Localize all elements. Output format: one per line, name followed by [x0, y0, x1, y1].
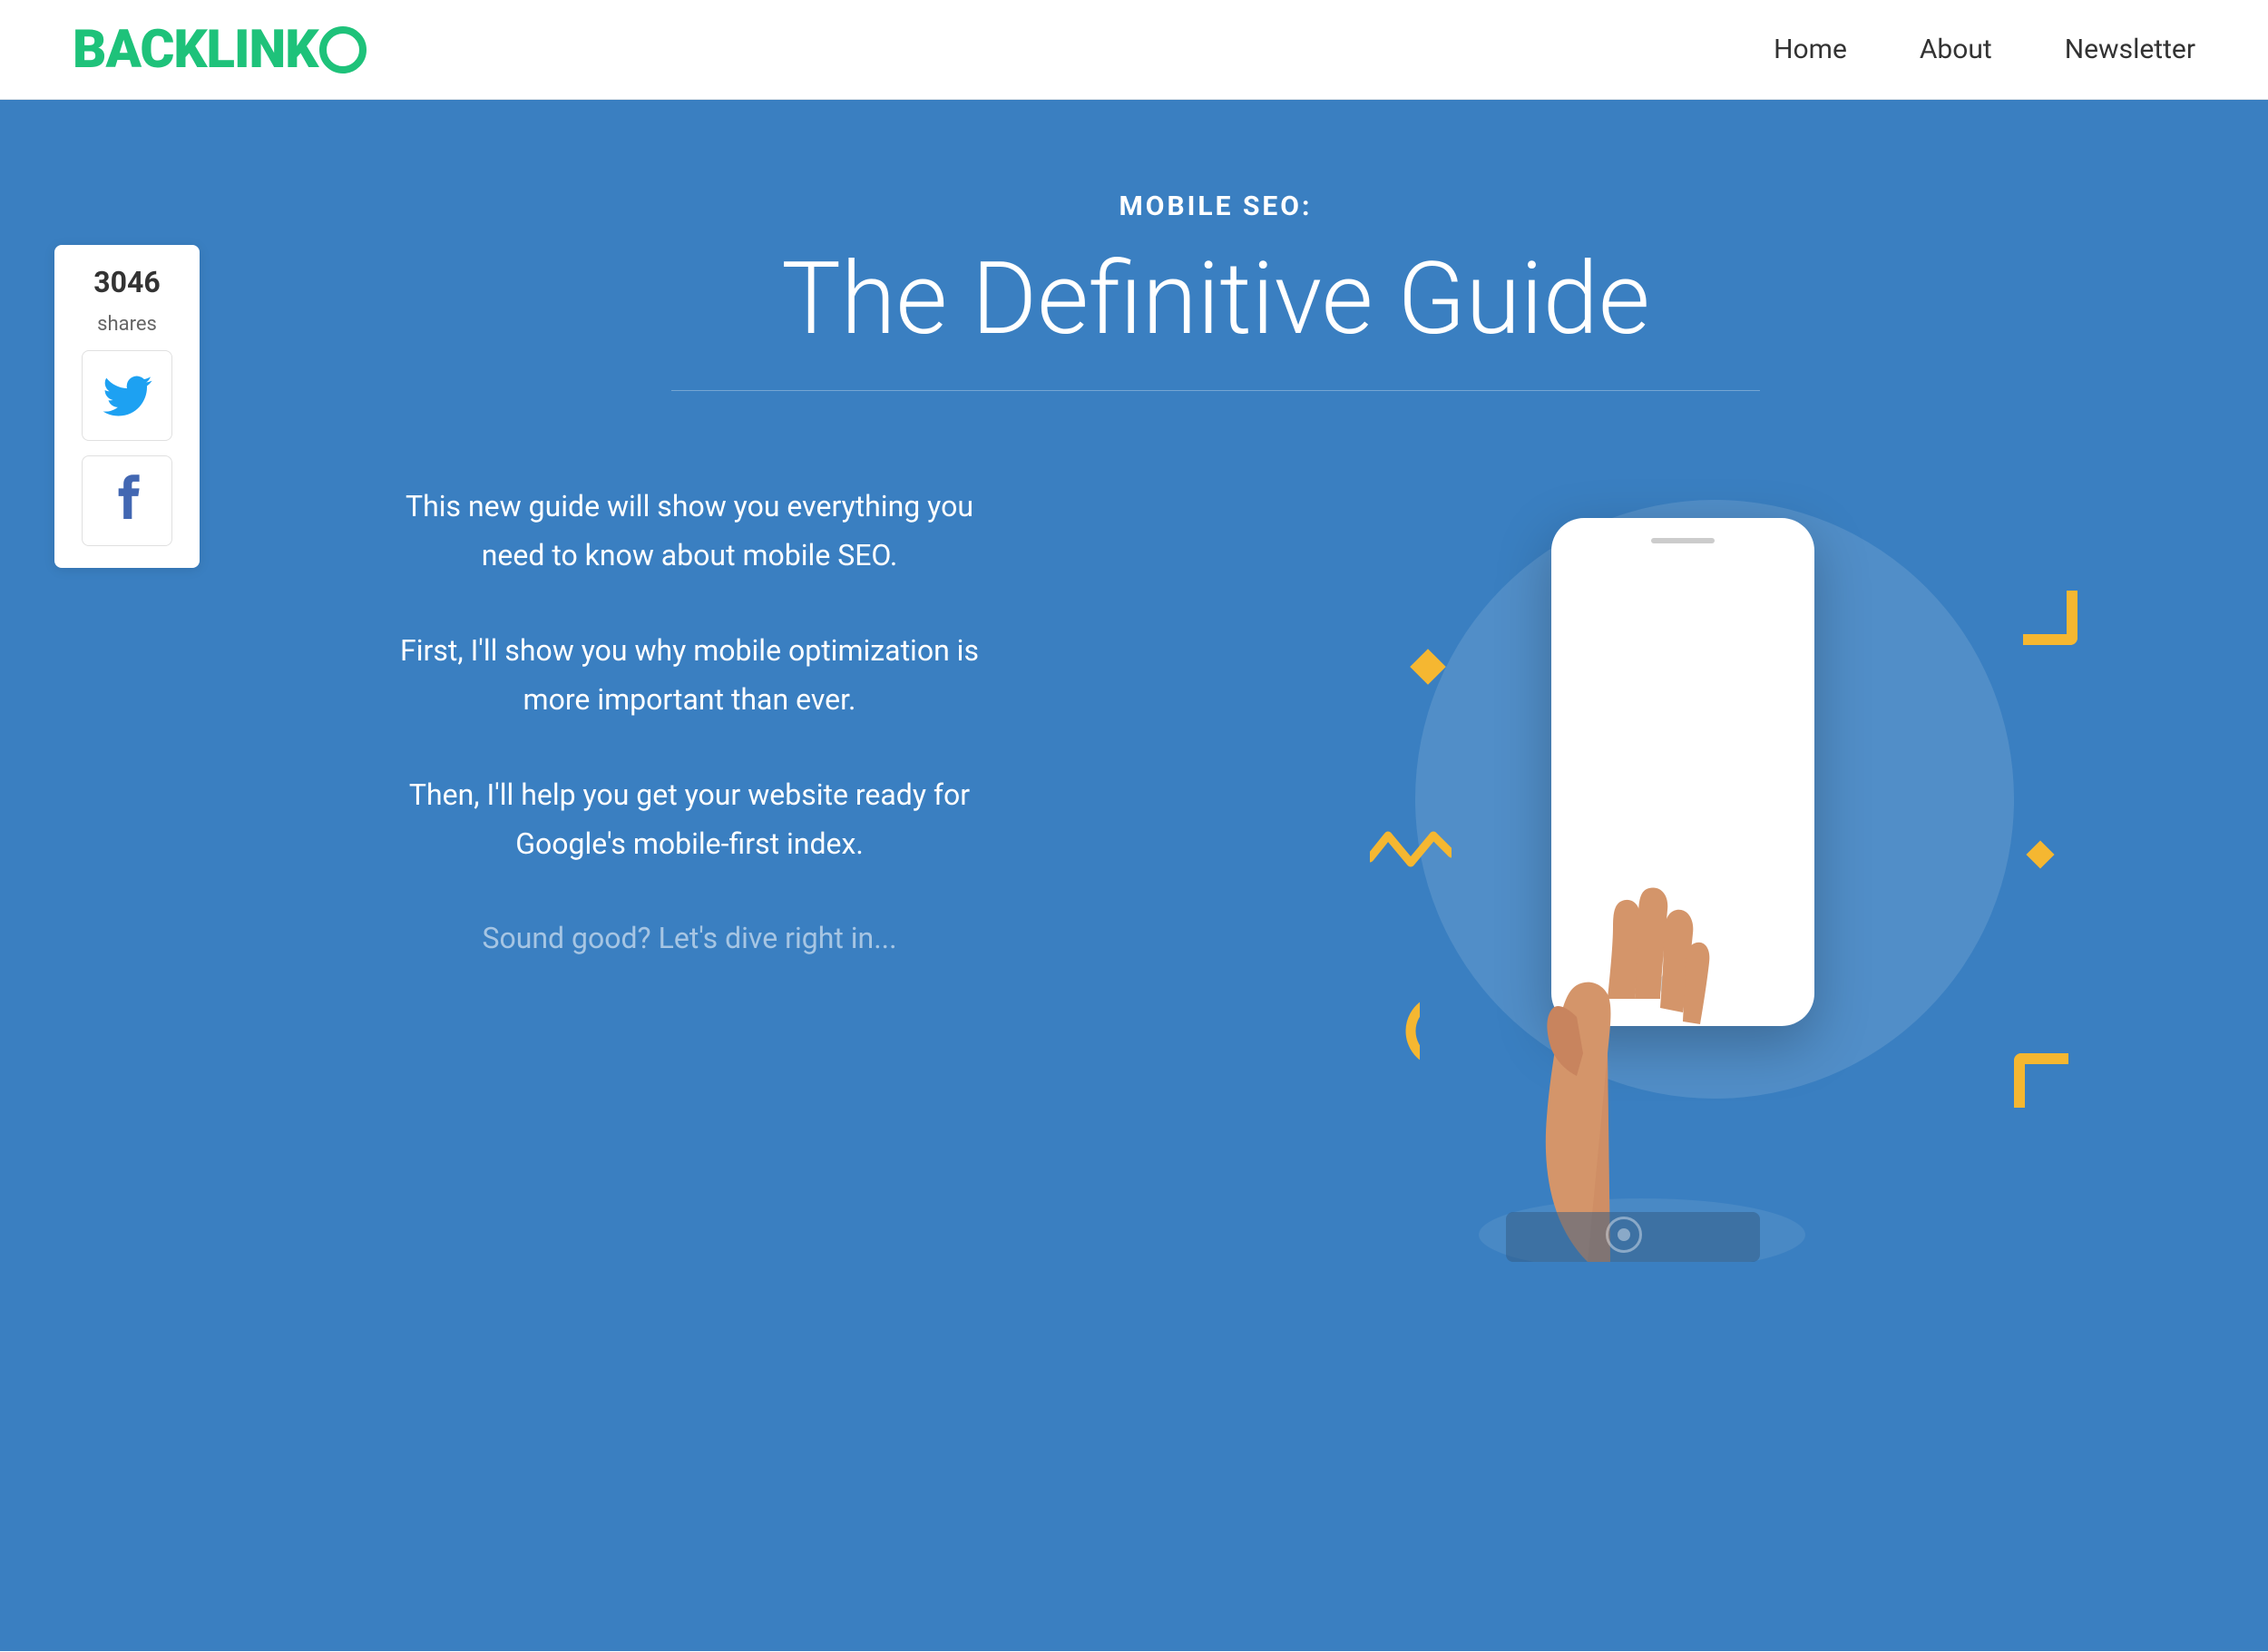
- nav-home[interactable]: Home: [1774, 34, 1847, 65]
- deco-corner-1: [2023, 591, 2077, 645]
- hero-divider: [671, 390, 1760, 391]
- logo[interactable]: BACKLINK: [73, 19, 367, 81]
- main-nav: Home About Newsletter: [1774, 34, 2195, 65]
- share-sidebar: 3046 shares: [54, 245, 200, 568]
- twitter-icon: [103, 376, 152, 416]
- hero-content: MOBILE SEO: The Definitive Guide This ne…: [200, 191, 2123, 1262]
- header: BACKLINK Home About Newsletter: [0, 0, 2268, 100]
- nav-newsletter[interactable]: Newsletter: [2065, 34, 2195, 65]
- hero-paragraph-4: Sound good? Let's dive right in...: [381, 914, 998, 963]
- hero-body-text: This new guide will show you everything …: [381, 445, 998, 963]
- hero-paragraph-1: This new guide will show you everything …: [381, 482, 998, 581]
- hero-title: The Definitive Guide: [781, 244, 1649, 354]
- deco-wave-icon: [1370, 826, 1452, 872]
- hero-section: 3046 shares MOBILE SEO: The Definitive G…: [0, 100, 2268, 1651]
- hand-illustration: [1442, 790, 1842, 1262]
- logo-text: BACKLINK: [73, 19, 318, 81]
- phone-speaker: [1651, 538, 1715, 543]
- share-label: shares: [97, 313, 157, 336]
- twitter-share-button[interactable]: [82, 350, 172, 441]
- deco-corner-2: [2014, 1053, 2068, 1108]
- phone-illustration: [1306, 445, 2123, 1262]
- hero-subtitle: MOBILE SEO:: [1119, 191, 1313, 222]
- deco-diamond-2: [2026, 840, 2054, 868]
- logo-o-icon: [319, 26, 367, 73]
- share-count: 3046: [93, 267, 160, 298]
- hero-main-row: This new guide will show you everything …: [308, 445, 2123, 1262]
- facebook-icon: [112, 472, 143, 531]
- nav-about[interactable]: About: [1920, 34, 1992, 65]
- hero-paragraph-3: Then, I'll help you get your website rea…: [381, 770, 998, 869]
- hero-paragraph-2: First, I'll show you why mobile optimiza…: [381, 626, 998, 725]
- facebook-share-button[interactable]: [82, 455, 172, 546]
- deco-arc-icon: [1347, 994, 1420, 1067]
- table-gear-icon: [1606, 1217, 1642, 1253]
